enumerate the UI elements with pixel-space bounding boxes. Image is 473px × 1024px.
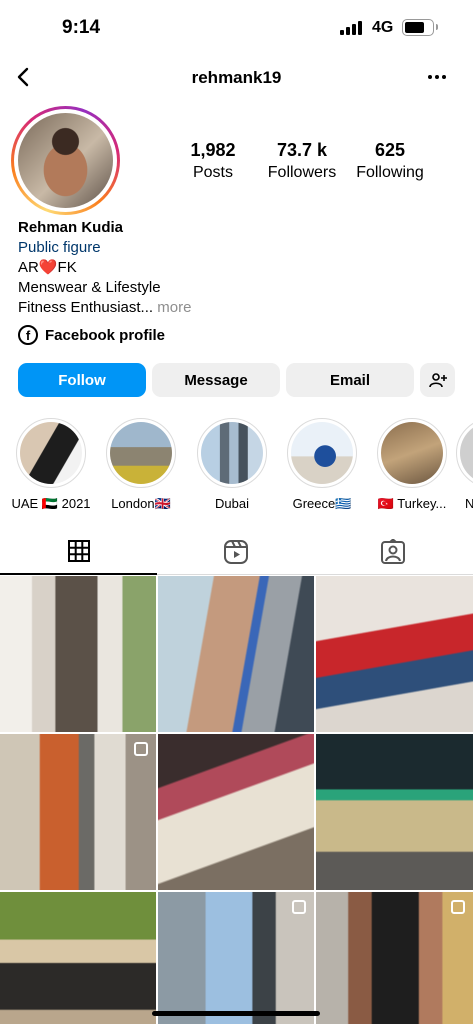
highlight-label: Greece🇬🇷 [292, 496, 352, 511]
posts-stat: 1,982 Posts [186, 140, 240, 182]
post-thumbnail[interactable] [316, 892, 473, 1024]
reel-badge [134, 742, 148, 756]
highlight-label: N [465, 496, 473, 511]
followers-label: Followers [267, 164, 337, 181]
suggest-people-button[interactable] [420, 363, 455, 397]
post-thumbnail[interactable] [316, 734, 473, 890]
bio-text: Fitness Enthusiast... [18, 299, 154, 316]
more-options-icon[interactable] [426, 66, 448, 88]
reels-icon [223, 539, 248, 564]
bio-line-1: AR❤️FK [18, 258, 458, 278]
highlight-cover [201, 422, 263, 484]
post-thumbnail[interactable] [0, 734, 156, 890]
posts-count: 1,982 [190, 140, 236, 160]
post-thumbnail[interactable] [316, 576, 473, 732]
bio-more-link[interactable]: more [157, 299, 191, 316]
profile-username: rehmank19 [191, 68, 282, 87]
highlight-greece[interactable]: Greece🇬🇷 [276, 418, 368, 512]
signal-icon [340, 21, 362, 35]
facebook-icon: f [18, 325, 38, 345]
home-indicator [152, 1011, 320, 1016]
post-thumbnail[interactable] [158, 892, 314, 1024]
profile-header: rehmank19 [0, 56, 473, 100]
heart-emoji: ❤️ [38, 259, 58, 276]
follow-button[interactable]: Follow [18, 363, 146, 397]
highlight-label: London🇬🇧 [111, 496, 171, 511]
highlight-turkey[interactable]: 🇹🇷 Turkey... [366, 418, 458, 512]
avatar [18, 113, 113, 208]
post-thumbnail[interactable] [158, 734, 314, 890]
highlight-cover [20, 422, 82, 484]
profile-tabs [0, 528, 473, 575]
followers-count: 73.7 k [276, 140, 328, 160]
tagged-icon [380, 538, 405, 564]
battery-tip [436, 24, 438, 30]
highlight-dubai[interactable]: Dubai [186, 418, 278, 511]
highlight-cover [460, 422, 473, 484]
add-person-icon [428, 373, 447, 388]
following-stat[interactable]: 625 Following [352, 140, 428, 182]
battery-icon [402, 19, 434, 36]
email-button[interactable]: Email [286, 363, 414, 397]
reel-badge [292, 900, 306, 914]
grid-icon [67, 539, 90, 562]
status-time: 9:14 [62, 17, 101, 38]
tab-reels[interactable] [157, 528, 314, 575]
reel-badge [451, 900, 465, 914]
tab-posts-grid[interactable] [0, 528, 157, 575]
highlight-cover [381, 422, 443, 484]
facebook-profile-link[interactable]: f Facebook profile [18, 325, 165, 345]
highlight-cover [291, 422, 353, 484]
status-bar: 9:14 4G [0, 0, 473, 56]
followers-stat[interactable]: 73.7 k Followers [264, 140, 340, 182]
post-thumbnail[interactable] [0, 892, 156, 1024]
bio-text: FK [57, 259, 77, 276]
tab-tagged[interactable] [314, 528, 471, 575]
posts-grid [0, 576, 473, 1024]
highlight-label: UAE 🇦🇪 2021 [11, 496, 91, 511]
posts-label: Posts [192, 164, 233, 181]
avatar-story-ring[interactable] [11, 106, 120, 215]
highlight-label: Dubai [215, 496, 249, 511]
following-label: Following [356, 164, 424, 181]
profile-name: Rehman Kudia [18, 219, 124, 236]
bio-text: AR [18, 259, 39, 276]
highlight-uae[interactable]: UAE 🇦🇪 2021 [5, 418, 97, 512]
post-thumbnail[interactable] [158, 576, 314, 732]
post-thumbnail[interactable] [0, 576, 156, 732]
facebook-label: Facebook profile [45, 326, 166, 344]
highlight-label: 🇹🇷 Turkey... [377, 496, 447, 511]
highlight-london[interactable]: London🇬🇧 [95, 418, 187, 512]
profile-category[interactable]: Public figure [18, 238, 458, 258]
network-label: 4G [372, 19, 394, 36]
bio-line-2: Menswear & Lifestyle [18, 279, 161, 296]
highlight-cover [110, 422, 172, 484]
highlight-partial[interactable]: N [456, 418, 473, 511]
following-count: 625 [374, 140, 406, 160]
bio-line-3: Fitness Enthusiast... more [18, 298, 458, 318]
profile-bio: Rehman Kudia Public figure AR❤️FK Menswe… [18, 218, 458, 318]
message-button[interactable]: Message [152, 363, 280, 397]
